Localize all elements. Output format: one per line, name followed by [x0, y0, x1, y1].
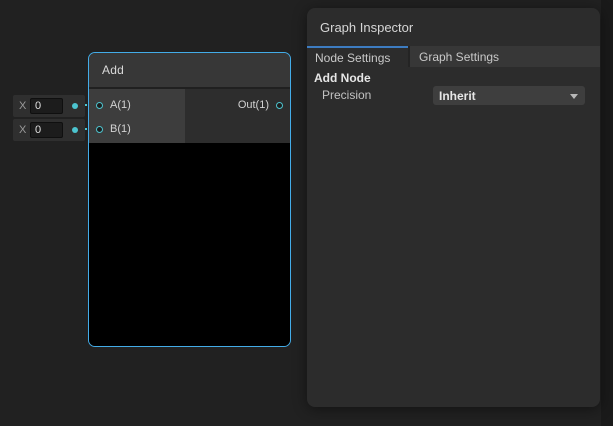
graph-inspector-panel: Graph Inspector Node Settings Graph Sett… — [307, 8, 600, 407]
input-port-a-icon[interactable] — [96, 102, 103, 109]
add-node[interactable]: Add A(1) B(1) Out(1) — [88, 52, 291, 347]
inspector-tab-strip: Node Settings Graph Settings — [307, 46, 600, 67]
port-b-label: B(1) — [110, 123, 131, 135]
tab-graph-settings-label: Graph Settings — [419, 50, 499, 64]
graph-inspector-titlebar[interactable]: Graph Inspector — [307, 8, 600, 46]
node-title: Add — [102, 63, 124, 77]
node-ports: A(1) B(1) Out(1) — [89, 89, 290, 143]
shader-graph-view: X 0 X 0 Add A(1) B(1) — [0, 0, 613, 426]
port-a-label: A(1) — [110, 99, 131, 111]
inline-input-a[interactable]: X 0 — [13, 95, 85, 117]
tab-divider — [408, 46, 410, 67]
port-row-out: Out(1) — [185, 93, 290, 117]
panel-title: Graph Inspector — [320, 20, 413, 35]
tab-node-settings-label: Node Settings — [315, 51, 390, 65]
tab-node-settings[interactable]: Node Settings — [307, 46, 408, 67]
input-ports-section: A(1) B(1) — [89, 89, 185, 143]
node-preview — [89, 143, 290, 346]
port-row-a: A(1) — [89, 93, 185, 117]
axis-x-label[interactable]: X — [19, 100, 28, 112]
value-field-b[interactable]: 0 — [30, 122, 63, 138]
inline-input-b[interactable]: X 0 — [13, 119, 85, 141]
input-port-b-icon[interactable] — [96, 126, 103, 133]
tab-graph-settings[interactable]: Graph Settings — [419, 46, 499, 67]
port-row-b: B(1) — [89, 117, 185, 141]
window-edge — [601, 0, 613, 426]
value-field-a[interactable]: 0 — [30, 98, 63, 114]
edge-dot-icon — [72, 103, 78, 109]
output-port-icon[interactable] — [276, 102, 283, 109]
add-node-header[interactable]: Add — [89, 53, 290, 87]
precision-dropdown-value: Inherit — [433, 89, 476, 103]
section-title-add-node: Add Node — [314, 71, 371, 85]
precision-dropdown[interactable]: Inherit — [433, 86, 585, 105]
chevron-down-icon — [570, 94, 578, 99]
port-out-label: Out(1) — [238, 99, 269, 111]
precision-label: Precision — [322, 88, 371, 102]
output-ports-section: Out(1) — [185, 89, 290, 143]
axis-x-label[interactable]: X — [19, 124, 28, 136]
edge-dot-icon — [72, 127, 78, 133]
